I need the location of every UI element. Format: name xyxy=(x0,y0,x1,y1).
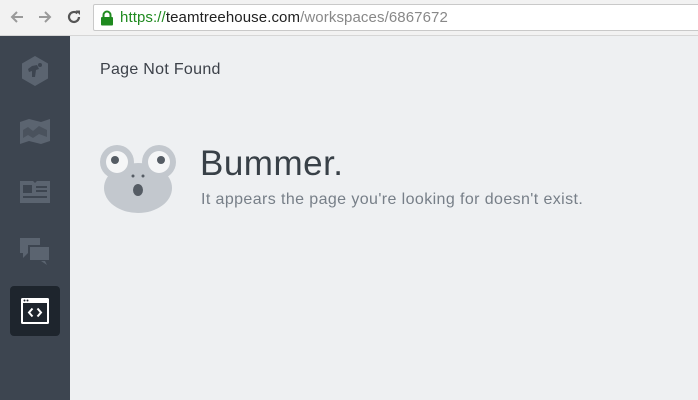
back-button[interactable] xyxy=(7,7,27,27)
page-title: Page Not Found xyxy=(100,61,221,78)
error-heading: Bummer. xyxy=(200,144,344,183)
profile-card-icon xyxy=(20,181,50,203)
sidebar-item-community[interactable] xyxy=(10,226,60,276)
url-path: /workspaces/6867672 xyxy=(300,9,448,26)
url-host: teamtreehouse.com xyxy=(165,9,301,26)
arrow-left-icon xyxy=(10,11,23,23)
error-message: It appears the page you're looking for d… xyxy=(201,191,584,208)
workspace-code-icon xyxy=(21,298,49,324)
sidebar-item-profile[interactable] xyxy=(10,166,60,216)
sidebar-item-workspaces[interactable] xyxy=(10,286,60,336)
arrow-right-icon xyxy=(39,11,52,23)
url-text: https://teamtreehouse.com/workspaces/686… xyxy=(120,9,448,27)
treehouse-logo-icon xyxy=(22,56,48,86)
lock-icon xyxy=(101,10,113,26)
url-scheme: https:// xyxy=(120,9,166,26)
sidebar-item-library[interactable] xyxy=(10,106,60,156)
browser-toolbar: https://teamtreehouse.com/workspaces/686… xyxy=(0,0,698,36)
sidebar-item-home[interactable] xyxy=(10,46,60,96)
community-chat-icon xyxy=(20,238,51,265)
reload-icon xyxy=(67,10,81,24)
frog-mascot-icon xyxy=(100,145,176,213)
address-bar[interactable]: https://teamtreehouse.com/workspaces/686… xyxy=(93,4,698,31)
main-content: Page Not Found Bummer. It appears the pa… xyxy=(70,36,698,400)
sidebar xyxy=(0,36,70,400)
forward-button[interactable] xyxy=(35,7,55,27)
library-map-icon xyxy=(20,119,50,144)
reload-button[interactable] xyxy=(64,7,84,27)
